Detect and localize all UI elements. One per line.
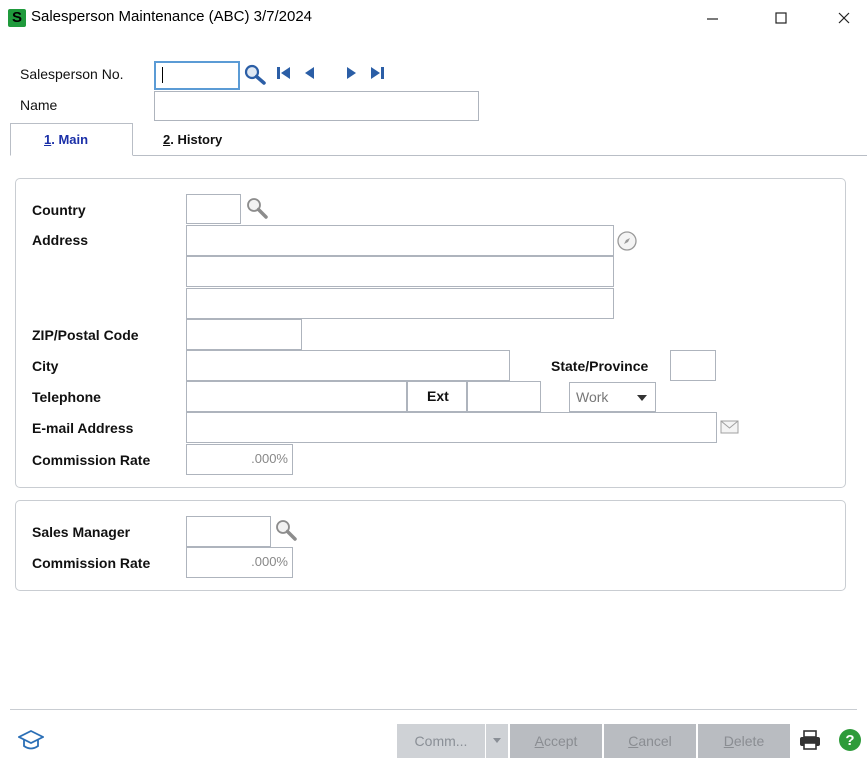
email-icon <box>720 420 739 434</box>
ext-label: Ext <box>427 388 449 404</box>
city-input[interactable] <box>186 350 510 381</box>
tab-history[interactable]: 2. History <box>163 132 222 147</box>
address-line-3-input[interactable] <box>186 288 614 319</box>
dropdown-arrow-icon <box>493 737 501 743</box>
tab-divider <box>10 155 867 156</box>
salesperson-no-label: Salesperson No. <box>20 66 124 82</box>
maximize-button[interactable] <box>758 4 804 32</box>
previous-record-icon <box>305 67 314 79</box>
manager-commission-rate-input[interactable]: .000% <box>186 547 293 578</box>
sales-manager-lookup-button[interactable] <box>274 518 298 542</box>
address-line-2-input[interactable] <box>186 256 614 287</box>
cancel-label: ancel <box>638 733 672 749</box>
sales-manager-input[interactable] <box>186 516 271 547</box>
salesperson-lookup-button[interactable] <box>243 63 267 85</box>
compass-icon <box>617 231 637 251</box>
svg-text:?: ? <box>845 732 854 749</box>
ext-input[interactable] <box>467 381 541 412</box>
ext-label-box: Ext <box>407 381 467 412</box>
window-title: Salesperson Maintenance (ABC) 3/7/2024 <box>31 8 313 25</box>
footer-divider <box>10 709 857 710</box>
close-icon <box>838 12 850 24</box>
help-button[interactable]: ? <box>838 728 862 752</box>
dropdown-arrow-icon <box>637 395 647 401</box>
email-label: E-mail Address <box>32 420 134 436</box>
country-lookup-button[interactable] <box>245 196 269 220</box>
telephone-input[interactable] <box>186 381 407 412</box>
country-input[interactable] <box>186 194 241 224</box>
next-record-icon <box>347 67 356 79</box>
name-input[interactable] <box>154 91 479 121</box>
search-icon <box>276 520 297 541</box>
help-icon: ? <box>839 729 861 751</box>
next-record-button[interactable] <box>342 63 360 83</box>
salesperson-no-input[interactable] <box>154 61 240 90</box>
phone-type-value: Work <box>576 389 609 405</box>
manager-commission-rate-value: .000% <box>251 554 288 569</box>
app-icon: S <box>8 9 26 27</box>
zip-input[interactable] <box>186 319 302 350</box>
name-label: Name <box>20 97 58 113</box>
email-input[interactable] <box>186 412 717 443</box>
print-button[interactable] <box>798 729 822 751</box>
print-icon <box>800 730 820 750</box>
telephone-label: Telephone <box>32 389 101 405</box>
text-cursor <box>162 67 163 83</box>
search-icon <box>247 198 268 219</box>
cancel-button[interactable]: Cancel <box>604 724 696 758</box>
minimize-button[interactable] <box>689 4 735 32</box>
sales-manager-label: Sales Manager <box>32 524 131 540</box>
delete-label: elete <box>733 733 765 749</box>
first-record-icon <box>277 67 290 79</box>
delete-button[interactable]: Delete <box>698 724 790 758</box>
last-record-button[interactable] <box>368 63 386 83</box>
country-label: Country <box>32 202 86 218</box>
search-icon <box>244 64 266 85</box>
accept-mnemonic: A <box>534 733 544 749</box>
address-label: Address <box>32 232 89 248</box>
maximize-icon <box>775 12 787 24</box>
send-email-button[interactable] <box>720 419 740 435</box>
city-label: City <box>32 358 59 374</box>
tab-main-label: 1. Main <box>44 132 89 147</box>
address-map-button[interactable] <box>616 230 638 252</box>
delete-mnemonic: D <box>723 733 734 749</box>
comm-dropdown-button[interactable] <box>486 724 508 758</box>
state-input[interactable] <box>670 350 716 381</box>
cancel-mnemonic: C <box>628 733 639 749</box>
address-line-1-input[interactable] <box>186 225 614 256</box>
tab-main[interactable]: 1. Main <box>10 123 133 156</box>
state-label: State/Province <box>551 358 649 374</box>
commission-rate-input[interactable]: .000% <box>186 444 293 475</box>
training-button[interactable] <box>18 728 44 752</box>
close-button[interactable] <box>825 4 867 32</box>
first-record-button[interactable] <box>275 63 293 83</box>
phone-type-select[interactable]: Work <box>569 382 656 412</box>
accept-label: ccept <box>543 733 578 749</box>
commission-rate-value: .000% <box>251 451 288 466</box>
last-record-icon <box>371 67 384 79</box>
manager-panel <box>15 500 846 591</box>
comm-button[interactable]: Comm... <box>397 724 485 758</box>
manager-commission-rate-label: Commission Rate <box>32 555 151 571</box>
comm-button-label: Comm... <box>414 733 468 749</box>
previous-record-button[interactable] <box>301 63 319 83</box>
education-cap-icon <box>18 729 44 750</box>
minimize-icon <box>707 18 718 20</box>
zip-label: ZIP/Postal Code <box>32 327 139 343</box>
commission-rate-label: Commission Rate <box>32 452 151 468</box>
accept-button[interactable]: Accept <box>510 724 602 758</box>
